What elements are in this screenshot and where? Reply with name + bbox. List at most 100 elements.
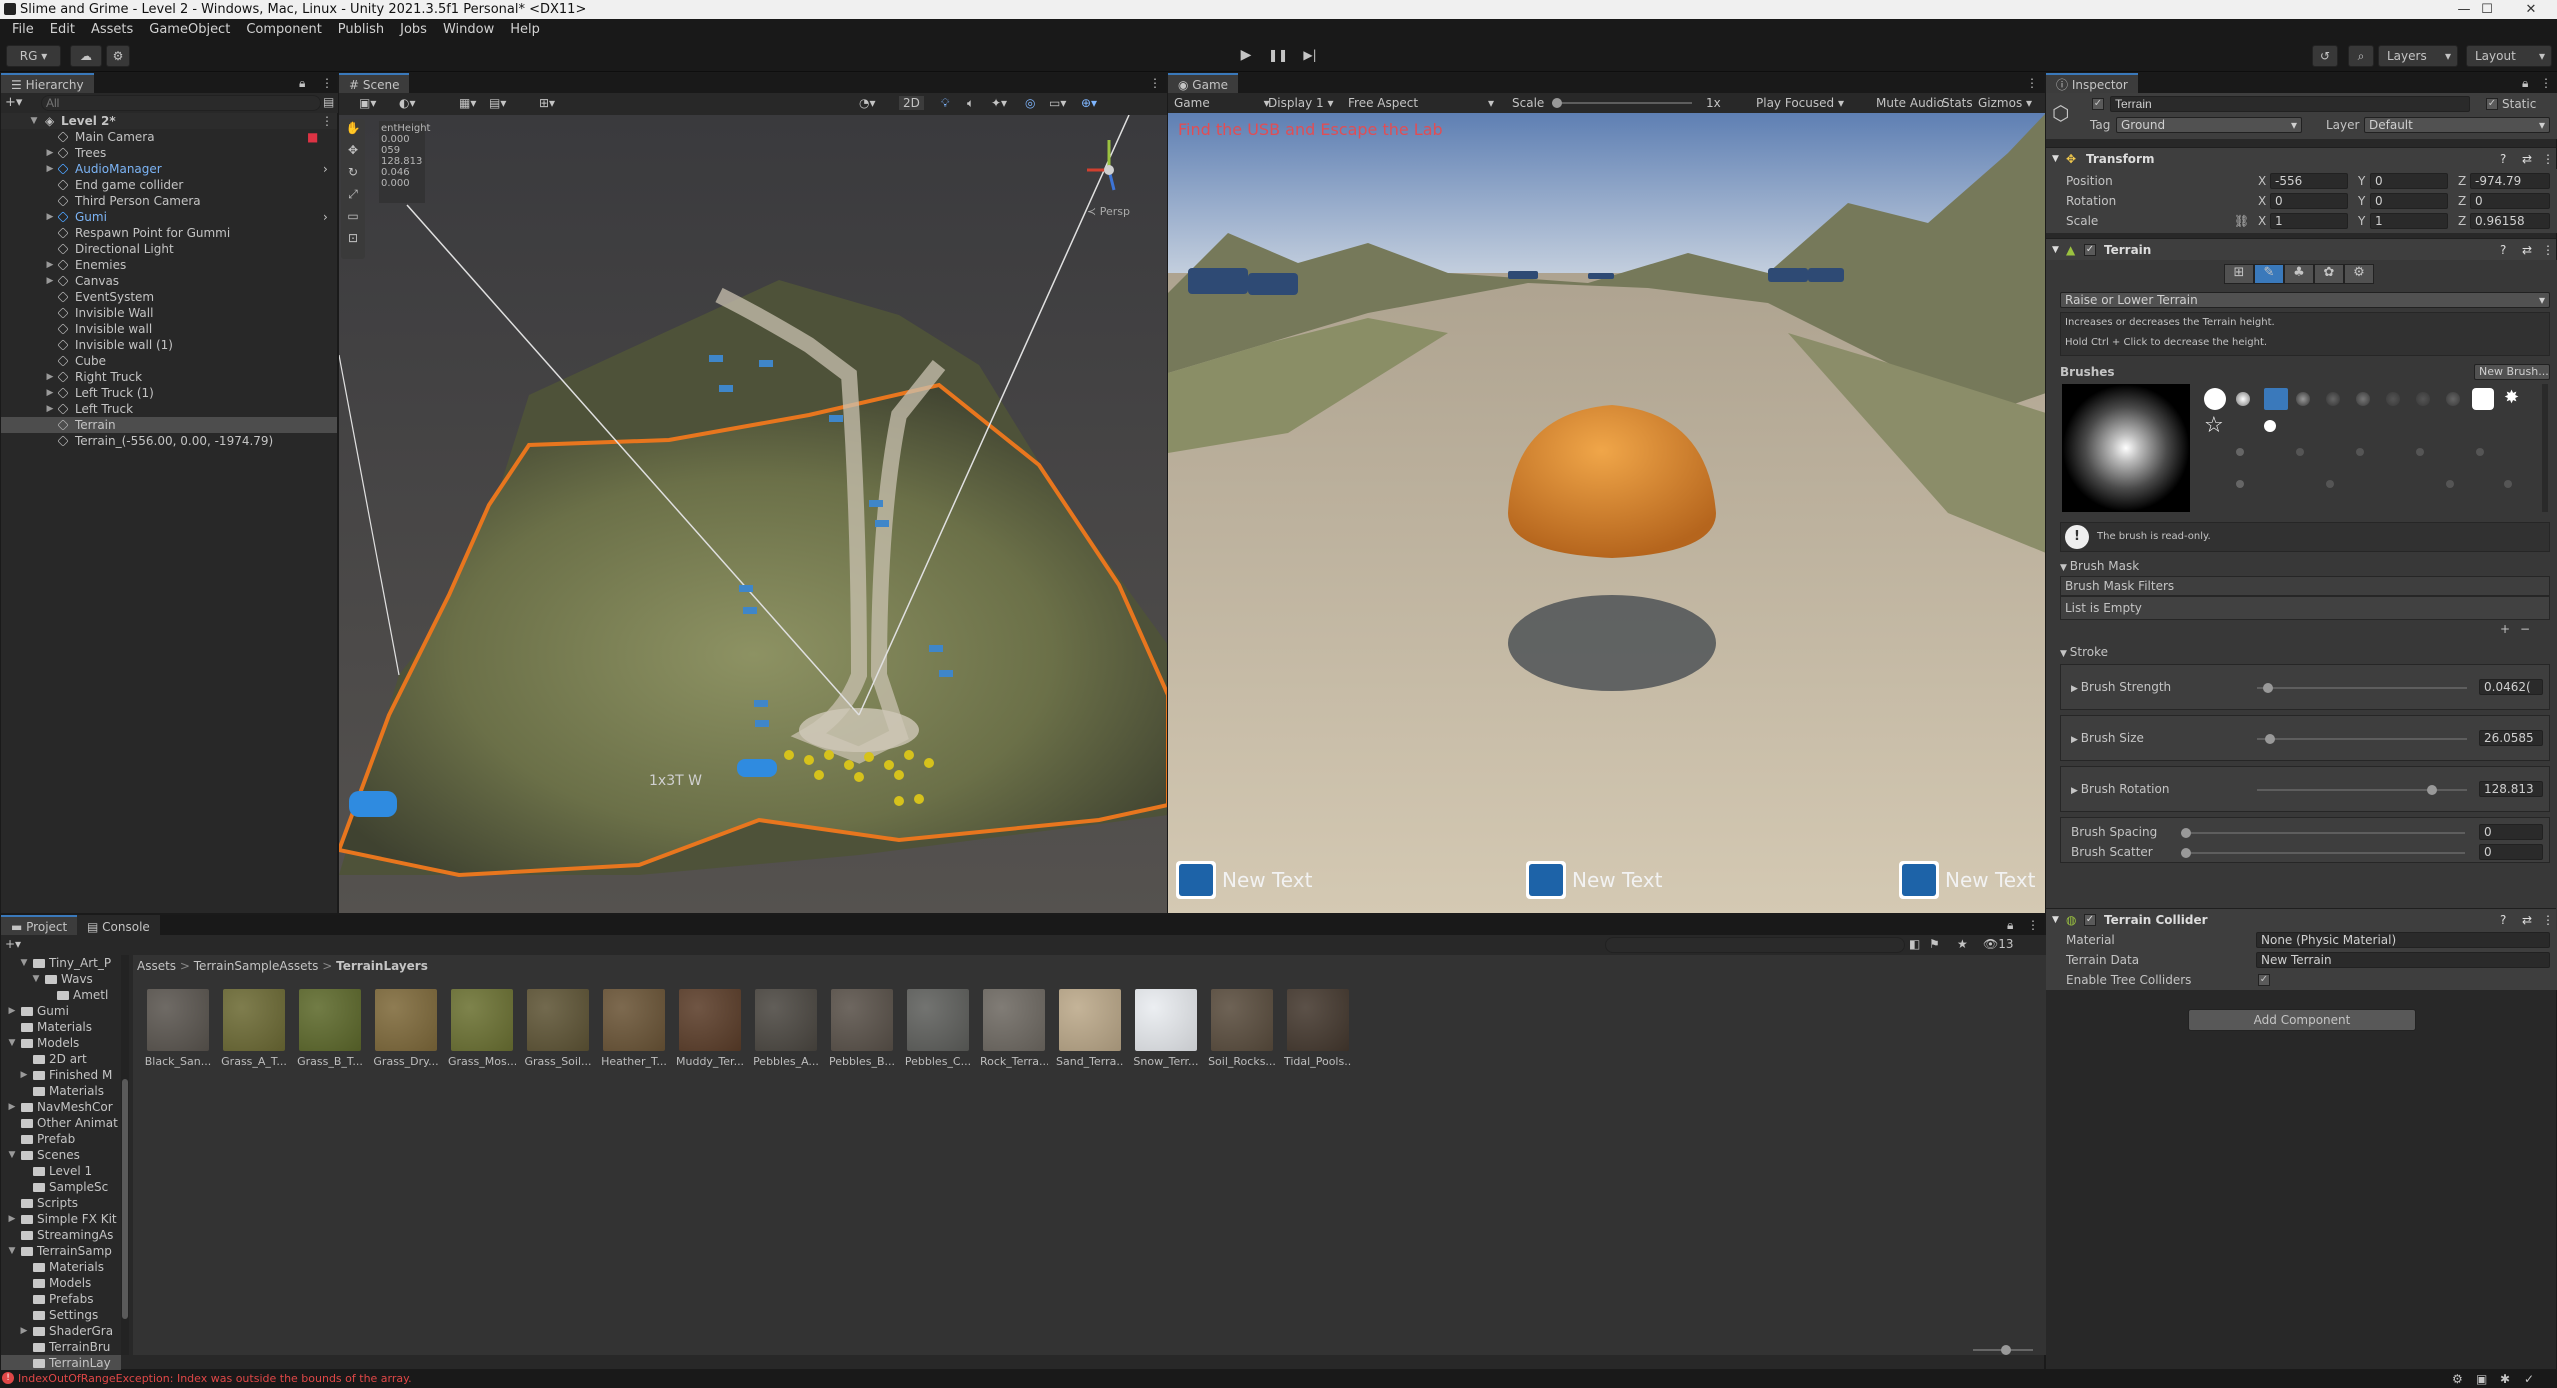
brush-icon[interactable] <box>2446 392 2460 406</box>
active-checkbox[interactable]: ✓ <box>2092 98 2104 110</box>
scale-tool-icon[interactable]: ⤢ <box>341 187 365 202</box>
terrain-enabled-checkbox[interactable]: ✓ <box>2084 244 2096 256</box>
hierarchy-item[interactable]: ▶ Left Truck (1) <box>1 385 337 401</box>
paint-trees-icon[interactable]: ♣ <box>2284 264 2314 284</box>
brush-spacing-value[interactable]: 0 <box>2479 824 2543 840</box>
hierarchy-item[interactable]: ▶ AudioManager › <box>1 161 337 177</box>
expand-arrow-icon[interactable]: ▶ <box>45 257 55 273</box>
brush-rotation-value[interactable]: 128.813 <box>2479 781 2543 797</box>
account-dropdown[interactable]: RG ▾ <box>6 45 61 67</box>
slider-knob[interactable] <box>2181 828 2191 838</box>
brush-icon[interactable] <box>2264 420 2276 432</box>
brush-icon[interactable] <box>2386 392 2400 406</box>
folder-item[interactable]: Scripts <box>1 1195 121 1211</box>
folder-item[interactable]: StreamingAs <box>1 1227 121 1243</box>
menu-item-gameobject[interactable]: GameObject <box>141 22 238 37</box>
remove-filter-icon[interactable]: − <box>2520 622 2530 636</box>
rotate-tool-icon[interactable]: ↻ <box>341 165 365 179</box>
terrain-layer-thumbnail[interactable] <box>907 989 969 1051</box>
slider-knob[interactable] <box>2263 683 2273 693</box>
layer-dropdown[interactable]: Default ▾ <box>2364 117 2550 133</box>
open-prefab-icon[interactable]: › <box>323 161 328 177</box>
scale-slider[interactable] <box>1552 102 1692 104</box>
maximize-button[interactable]: ☐ <box>2464 0 2510 19</box>
help-icon[interactable]: ? <box>2500 148 2506 170</box>
terrain-layer-thumbnail[interactable] <box>1059 989 1121 1051</box>
expand-arrow-icon[interactable]: ▶ <box>45 209 55 225</box>
folder-item[interactable]: ▶ NavMeshCor <box>1 1099 121 1115</box>
filter-icon[interactable]: ▤ <box>323 95 334 109</box>
stats-toggle[interactable]: Stats <box>1942 93 1973 113</box>
hidden-objects-icon[interactable]: ◎ <box>1025 96 1035 110</box>
panel-menu-icon[interactable]: ⋮ <box>2026 76 2038 90</box>
hidden-packages-icon[interactable]: 👁︎13 <box>1983 937 2014 951</box>
expand-arrow-icon[interactable]: ▶ <box>45 145 55 161</box>
grid-snap-icon[interactable]: ▦▾ <box>459 96 476 110</box>
brush-strength-value[interactable]: 0.0462( <box>2479 679 2543 695</box>
folder-tree-scrollbar[interactable] <box>121 955 129 1355</box>
folder-item[interactable]: Materials <box>1 1259 121 1275</box>
folder-item[interactable]: Settings <box>1 1307 121 1323</box>
brush-icon[interactable] <box>2204 388 2226 410</box>
folder-item[interactable]: ▼ Models <box>1 1035 121 1051</box>
grid-icon[interactable]: ▤▾ <box>489 96 506 110</box>
tag-dropdown[interactable]: Ground ▾ <box>2116 117 2302 133</box>
play-button[interactable]: ▶ <box>1232 45 1260 67</box>
scene-viewport[interactable]: 1x3T W ≺ Persp <box>339 115 1168 913</box>
menu-item-window[interactable]: Window <box>435 22 502 37</box>
scale-y-field[interactable]: 1 <box>2370 213 2448 229</box>
orientation-icon[interactable]: ◔▾ <box>859 96 876 110</box>
brush-size-value[interactable]: 26.0585 <box>2479 730 2543 746</box>
close-button[interactable]: ✕ <box>2508 0 2554 19</box>
folder-item[interactable]: Models <box>1 1275 121 1291</box>
folder-item[interactable]: ▼ Wavs <box>1 971 121 987</box>
menu-item-file[interactable]: File <box>4 22 42 37</box>
terrain-layer-thumbnail[interactable] <box>527 989 589 1051</box>
layers-dropdown[interactable]: Layers ▾ <box>2378 45 2458 67</box>
brush-scatter-value[interactable]: 0 <box>2479 844 2543 860</box>
terrain-layer-thumbnail[interactable] <box>375 989 437 1051</box>
panel-menu-icon[interactable]: ⋮ <box>1149 76 1161 90</box>
lock-icon[interactable]: 🔒︎ <box>2007 918 2013 933</box>
rect-tool-icon[interactable]: ▭ <box>341 209 365 223</box>
brush-rotation-label[interactable]: ▶ Brush Rotation <box>2071 781 2169 799</box>
open-prefab-icon[interactable]: › <box>323 209 328 225</box>
terrain-layer-thumbnail[interactable] <box>451 989 513 1051</box>
gizmos-dropdown[interactable]: Gizmos ▾ <box>1978 93 2032 113</box>
scale-x-field[interactable]: 1 <box>2270 213 2348 229</box>
lock-icon[interactable]: 🔒︎ <box>2522 76 2528 91</box>
tab-project[interactable]: ▬ Project <box>1 915 78 935</box>
brush-icon[interactable] <box>2446 480 2454 488</box>
brush-icon[interactable] <box>2416 448 2424 456</box>
folder-item[interactable]: Prefabs <box>1 1291 121 1307</box>
add-filter-icon[interactable]: + <box>2500 622 2510 636</box>
transform-tool-icon[interactable]: ⊡ <box>341 231 365 245</box>
breadcrumb-item[interactable]: TerrainLayers <box>336 959 428 973</box>
stroke-header[interactable]: ▼ Stroke <box>2060 644 2108 662</box>
brush-strength-slider[interactable] <box>2257 679 2467 697</box>
lock-icon[interactable]: 🔒︎ <box>299 76 305 91</box>
expand-arrow-icon[interactable]: ▶ <box>7 1003 17 1019</box>
terrain-layer-thumbnail[interactable] <box>147 989 209 1051</box>
folder-item[interactable]: ▶ ShaderGra <box>1 1323 121 1339</box>
brush-size-slider[interactable] <box>2257 730 2467 748</box>
terrain-layer-thumbnail[interactable] <box>755 989 817 1051</box>
brush-icon[interactable] <box>2504 480 2512 488</box>
progress-icon[interactable]: ✓ <box>2524 1371 2534 1388</box>
rotation-y-field[interactable]: 0 <box>2370 193 2448 209</box>
brush-icon[interactable] <box>2296 448 2304 456</box>
expand-arrow-icon[interactable]: ▶ <box>45 385 55 401</box>
folder-item[interactable]: ▼ TerrainSamp <box>1 1243 121 1259</box>
menu-item-jobs[interactable]: Jobs <box>392 22 435 37</box>
menu-item-edit[interactable]: Edit <box>42 22 83 37</box>
display-dropdown[interactable]: Display 1 ▾ <box>1268 93 1334 113</box>
brush-size-label[interactable]: ▶ Brush Size <box>2071 730 2144 748</box>
tab-scene[interactable]: # Scene <box>339 73 410 93</box>
add-icon[interactable]: +▾ <box>5 95 22 110</box>
brush-scatter-slider[interactable] <box>2181 844 2465 862</box>
game-viewport[interactable]: Find the USB and Escape the Lab New Text… <box>1168 113 2046 913</box>
brush-icon[interactable] <box>2476 448 2484 456</box>
lighting-icon[interactable]: 💡︎ <box>941 96 949 111</box>
hierarchy-item[interactable]: EventSystem <box>1 289 337 305</box>
expand-arrow-icon[interactable]: ▶ <box>7 1099 17 1115</box>
